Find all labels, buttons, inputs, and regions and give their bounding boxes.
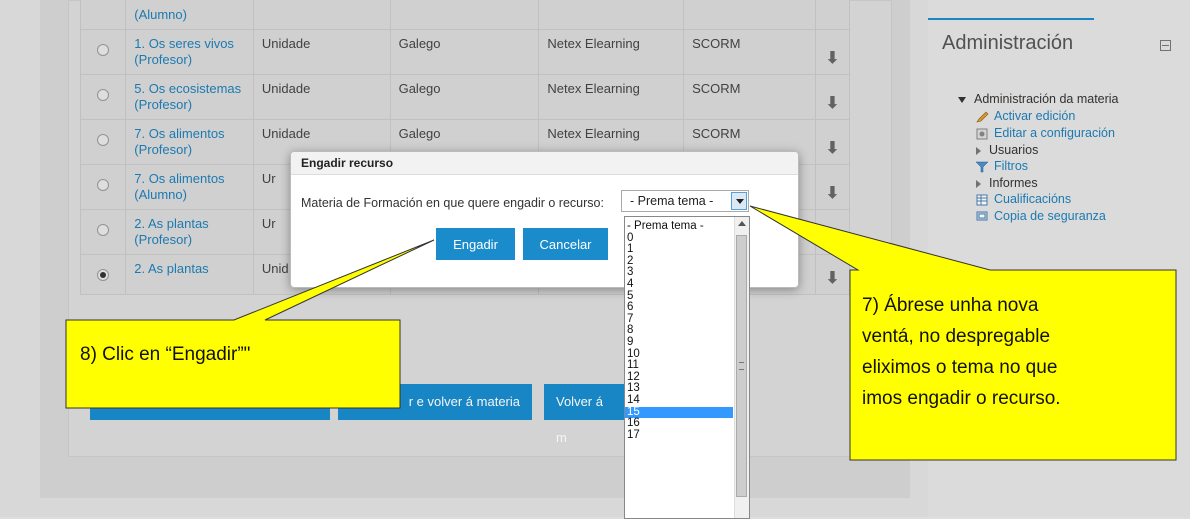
dropdown-option[interactable]: 16 bbox=[625, 418, 733, 430]
dropdown-option[interactable]: 12 bbox=[625, 371, 733, 384]
callout-7-line: imos engadir o recurso. bbox=[862, 388, 1061, 409]
dropdown-option[interactable]: 14 bbox=[625, 394, 733, 407]
dropdown-option[interactable]: 2 bbox=[625, 255, 733, 268]
dropdown-option[interactable]: 5 bbox=[625, 290, 733, 303]
dropdown-option[interactable]: 17 bbox=[625, 429, 733, 442]
dropdown-option[interactable]: 7 bbox=[625, 313, 733, 326]
dialog-header: Engadir recurso bbox=[291, 152, 798, 175]
dropdown-option[interactable]: 4 bbox=[625, 278, 733, 291]
topic-select[interactable]: - Prema tema - bbox=[621, 190, 749, 212]
dropdown-scrollbar[interactable] bbox=[734, 217, 749, 518]
callout-7-line: eliximos o tema no que bbox=[862, 357, 1058, 378]
callout-7-line: ventá, no despregable bbox=[862, 326, 1051, 347]
scroll-up-icon[interactable] bbox=[738, 221, 746, 226]
dialog-title: Engadir recurso bbox=[301, 156, 394, 170]
dropdown-option[interactable]: 0 bbox=[625, 232, 733, 245]
topic-select-value: - Prema tema - bbox=[630, 194, 714, 208]
scroll-thumb[interactable] bbox=[736, 235, 747, 497]
dropdown-option[interactable]: 3 bbox=[625, 267, 733, 279]
dropdown-option[interactable]: 11 bbox=[625, 360, 733, 372]
dropdown-option[interactable]: 9 bbox=[625, 336, 733, 349]
dropdown-option[interactable]: 1 bbox=[625, 244, 733, 256]
dropdown-option[interactable]: 13 bbox=[625, 383, 733, 395]
callout-8-text: 8) Clic en “Engadir”" bbox=[80, 344, 251, 365]
topic-dropdown-list[interactable]: - Prema tema -0 1 2 3 4 5 6 7 8 9 10 11 12 13 14 15 16 17 bbox=[624, 216, 750, 519]
chevron-down-icon[interactable] bbox=[731, 192, 747, 210]
cancel-button[interactable]: Cancelar bbox=[523, 228, 608, 260]
engadir-button[interactable]: Engadir bbox=[436, 228, 515, 260]
dropdown-option[interactable]: 10 bbox=[625, 348, 733, 361]
callout-7-text: 7) Ábrese unha nova ventá, no despregabl… bbox=[862, 290, 1061, 414]
dropdown-option[interactable]: - Prema tema - bbox=[625, 220, 733, 233]
dropdown-option[interactable]: 8 bbox=[625, 325, 733, 337]
callout-7-line: 7) Ábrese unha nova bbox=[862, 295, 1039, 316]
course-select-label: Materia de Formación en que quere engadi… bbox=[301, 196, 604, 210]
dropdown-option[interactable]: 6 bbox=[625, 302, 733, 314]
dropdown-option[interactable]: 15 bbox=[625, 406, 733, 419]
